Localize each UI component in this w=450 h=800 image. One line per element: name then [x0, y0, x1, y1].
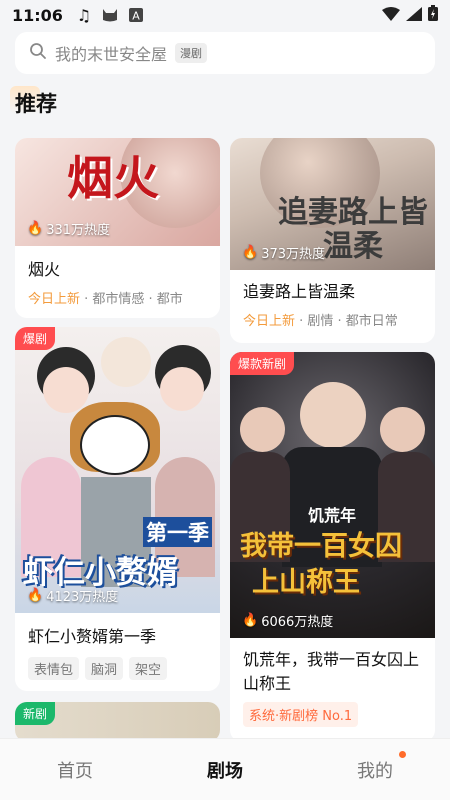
- poster-title-text: 烟火: [67, 151, 159, 205]
- drama-meta: 今日上新 · 都市情感 · 都市: [15, 288, 220, 307]
- heat-label: 🔥 331万热度: [27, 219, 110, 238]
- notification-dot: [399, 750, 406, 758]
- meta-highlight: 今日上新: [243, 314, 296, 329]
- heat-label: 🔥 4123万热度: [27, 586, 118, 605]
- tab-mine[interactable]: 我的: [300, 750, 450, 783]
- drama-card[interactable]: 追妻路上皆温柔 🔥 373万热度 追妻路上皆温柔 今日上新 · 剧情 · 都市日常: [230, 138, 435, 343]
- rank-badge: 系统·新剧榜 No.1: [243, 702, 359, 727]
- heat-value: 4123万热度: [46, 590, 119, 605]
- tab-mine-label: 我的: [357, 760, 393, 782]
- tab-theater[interactable]: 剧场: [150, 757, 300, 783]
- search-tag: 漫剧: [175, 43, 208, 63]
- meta-highlight: 今日上新: [28, 292, 81, 307]
- tag-chip: 架空: [129, 657, 168, 680]
- wifi-icon: [382, 6, 400, 25]
- heat-value: 373万热度: [261, 247, 326, 262]
- badge-hot: 爆剧: [15, 327, 56, 350]
- heat-label: 🔥 6066万热度: [242, 611, 333, 630]
- battery-icon: [428, 5, 438, 25]
- search-bar[interactable]: 我的末世安全屋 漫剧: [15, 32, 435, 74]
- heat-label: 🔥 373万热度: [242, 243, 325, 262]
- drama-title: 饥荒年，我带一百女囚上山称王: [243, 650, 420, 693]
- svg-text:A: A: [132, 10, 140, 23]
- drama-meta: 今日上新 · 剧情 · 都市日常: [230, 310, 435, 329]
- signal-icon: [406, 6, 422, 25]
- search-icon: [29, 42, 47, 64]
- heat-value: 6066万热度: [261, 615, 334, 630]
- poster-subtitle-text: 上山称王: [252, 567, 360, 598]
- tag-chips: 表情包 脑洞 架空: [15, 657, 220, 680]
- bottom-tab-bar: 首页 剧场 我的: [0, 738, 450, 800]
- flame-icon: 🔥: [27, 221, 44, 236]
- poster-title-text: 我带一百女囚: [240, 531, 402, 562]
- drama-poster: 饥荒年 我带一百女囚 上山称王 爆款新剧 🔥 6066万热度: [230, 352, 435, 638]
- drama-card[interactable]: 第一季 虾仁小赘婿 爆剧 🔥 4123万热度 虾仁小赘婿第一季 表情包 脑洞 架空: [15, 327, 220, 691]
- heat-value: 331万热度: [46, 223, 111, 238]
- meta-tags: · 都市情感 · 都市: [80, 292, 183, 307]
- tag-chip: 表情包: [28, 657, 80, 680]
- cat-app-icon: [101, 6, 119, 24]
- meta-tags: · 剧情 · 都市日常: [295, 314, 398, 329]
- flame-icon: 🔥: [27, 588, 44, 603]
- status-time: 11:06: [12, 5, 63, 25]
- poster-kicker-text: 饥荒年: [308, 506, 357, 525]
- drama-card[interactable]: 饥荒年 我带一百女囚 上山称王 爆款新剧 🔥 6066万热度 饥荒年，我带一百女囚…: [230, 352, 435, 742]
- search-placeholder: 我的末世安全屋: [55, 45, 168, 64]
- drama-title: 虾仁小赘婿第一季: [28, 627, 157, 646]
- section-title: 推荐: [15, 92, 57, 116]
- drama-title: 追妻路上皆温柔: [243, 282, 356, 301]
- status-bar: 11:06 ♫ A: [0, 0, 450, 30]
- tab-home[interactable]: 首页: [0, 757, 150, 783]
- drama-card[interactable]: 新剧: [15, 702, 220, 742]
- badge-new: 新剧: [15, 702, 56, 725]
- flame-icon: 🔥: [242, 245, 259, 260]
- drama-title: 烟火: [28, 260, 61, 279]
- tag-chip: 脑洞: [85, 657, 124, 680]
- drama-poster: 第一季 虾仁小赘婿 爆剧 🔥 4123万热度: [15, 327, 220, 613]
- poster-season-text: 第一季: [143, 517, 212, 547]
- music-icon: ♫: [76, 5, 92, 25]
- flame-icon: 🔥: [242, 613, 259, 628]
- a-app-icon: A: [127, 6, 145, 24]
- drama-poster: 烟火 🔥 331万热度: [15, 138, 220, 246]
- drama-poster: 新剧: [15, 702, 220, 742]
- badge-hot-new: 爆款新剧: [230, 352, 295, 375]
- drama-card[interactable]: 烟火 🔥 331万热度 烟火 今日上新 · 都市情感 · 都市: [15, 138, 220, 318]
- drama-poster: 追妻路上皆温柔 🔥 373万热度: [230, 138, 435, 270]
